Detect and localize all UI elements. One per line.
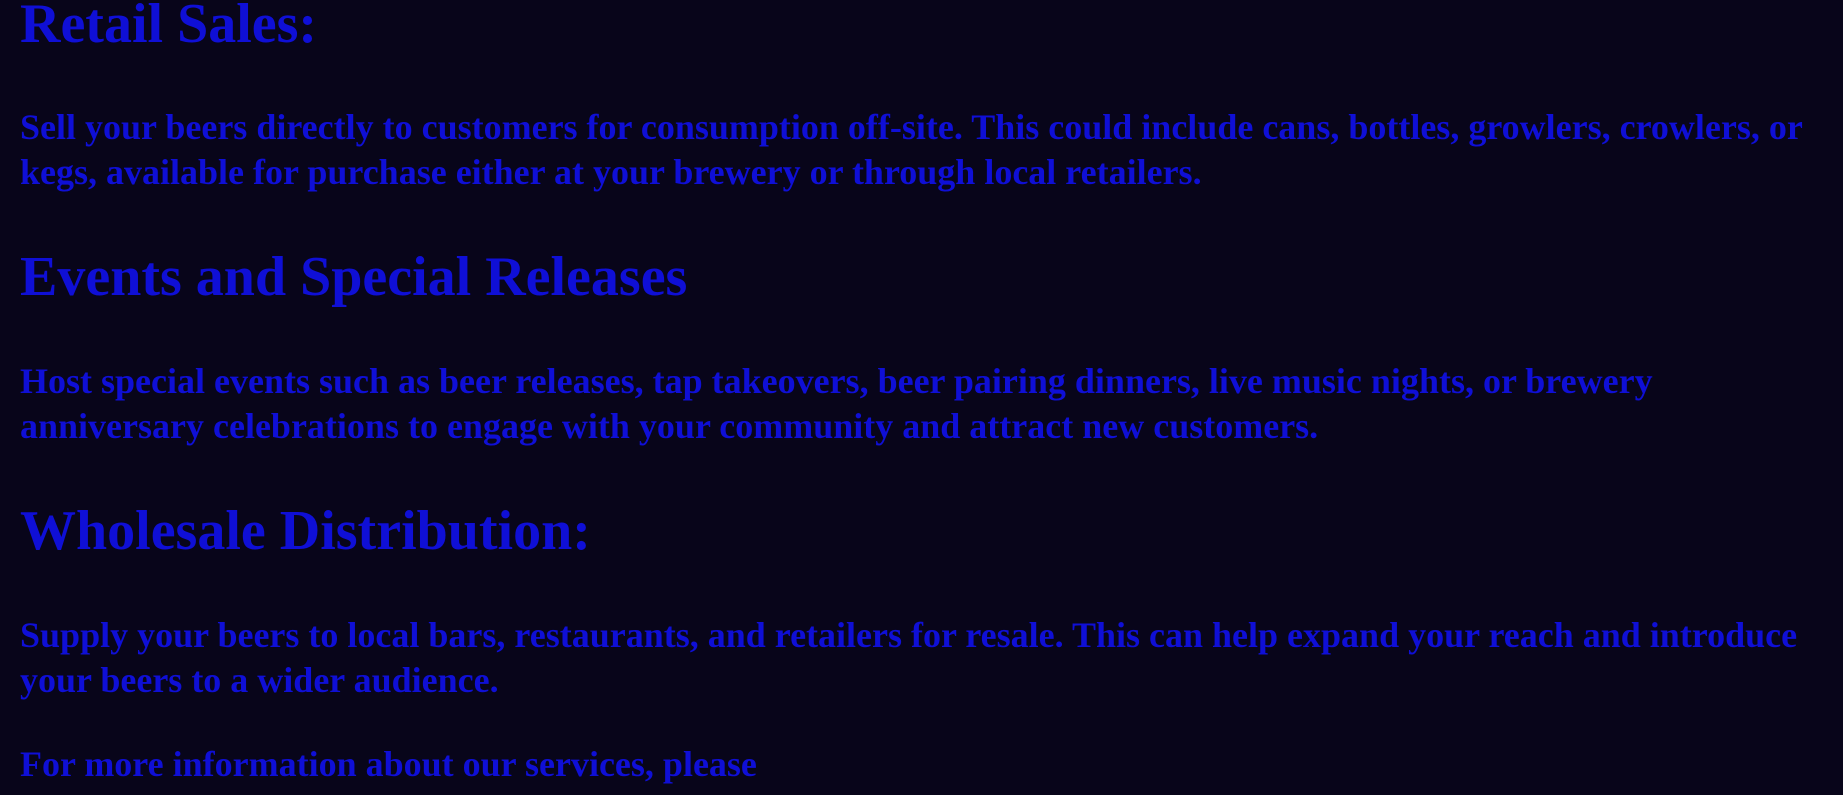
events-description: Host special events such as beer release… bbox=[20, 361, 1653, 446]
events-heading: Events and Special Releases bbox=[20, 246, 688, 308]
retail-sales-description: Sell your beers directly to customers fo… bbox=[20, 107, 1803, 192]
document-page: Retail Sales: Sell your beers directly t… bbox=[0, 0, 1843, 795]
more-info-text: For more information about our services,… bbox=[20, 744, 757, 784]
wholesale-description: Supply your beers to local bars, restaur… bbox=[20, 615, 1798, 700]
retail-sales-heading: Retail Sales: bbox=[20, 0, 318, 55]
wholesale-heading: Wholesale Distribution: bbox=[20, 500, 591, 562]
